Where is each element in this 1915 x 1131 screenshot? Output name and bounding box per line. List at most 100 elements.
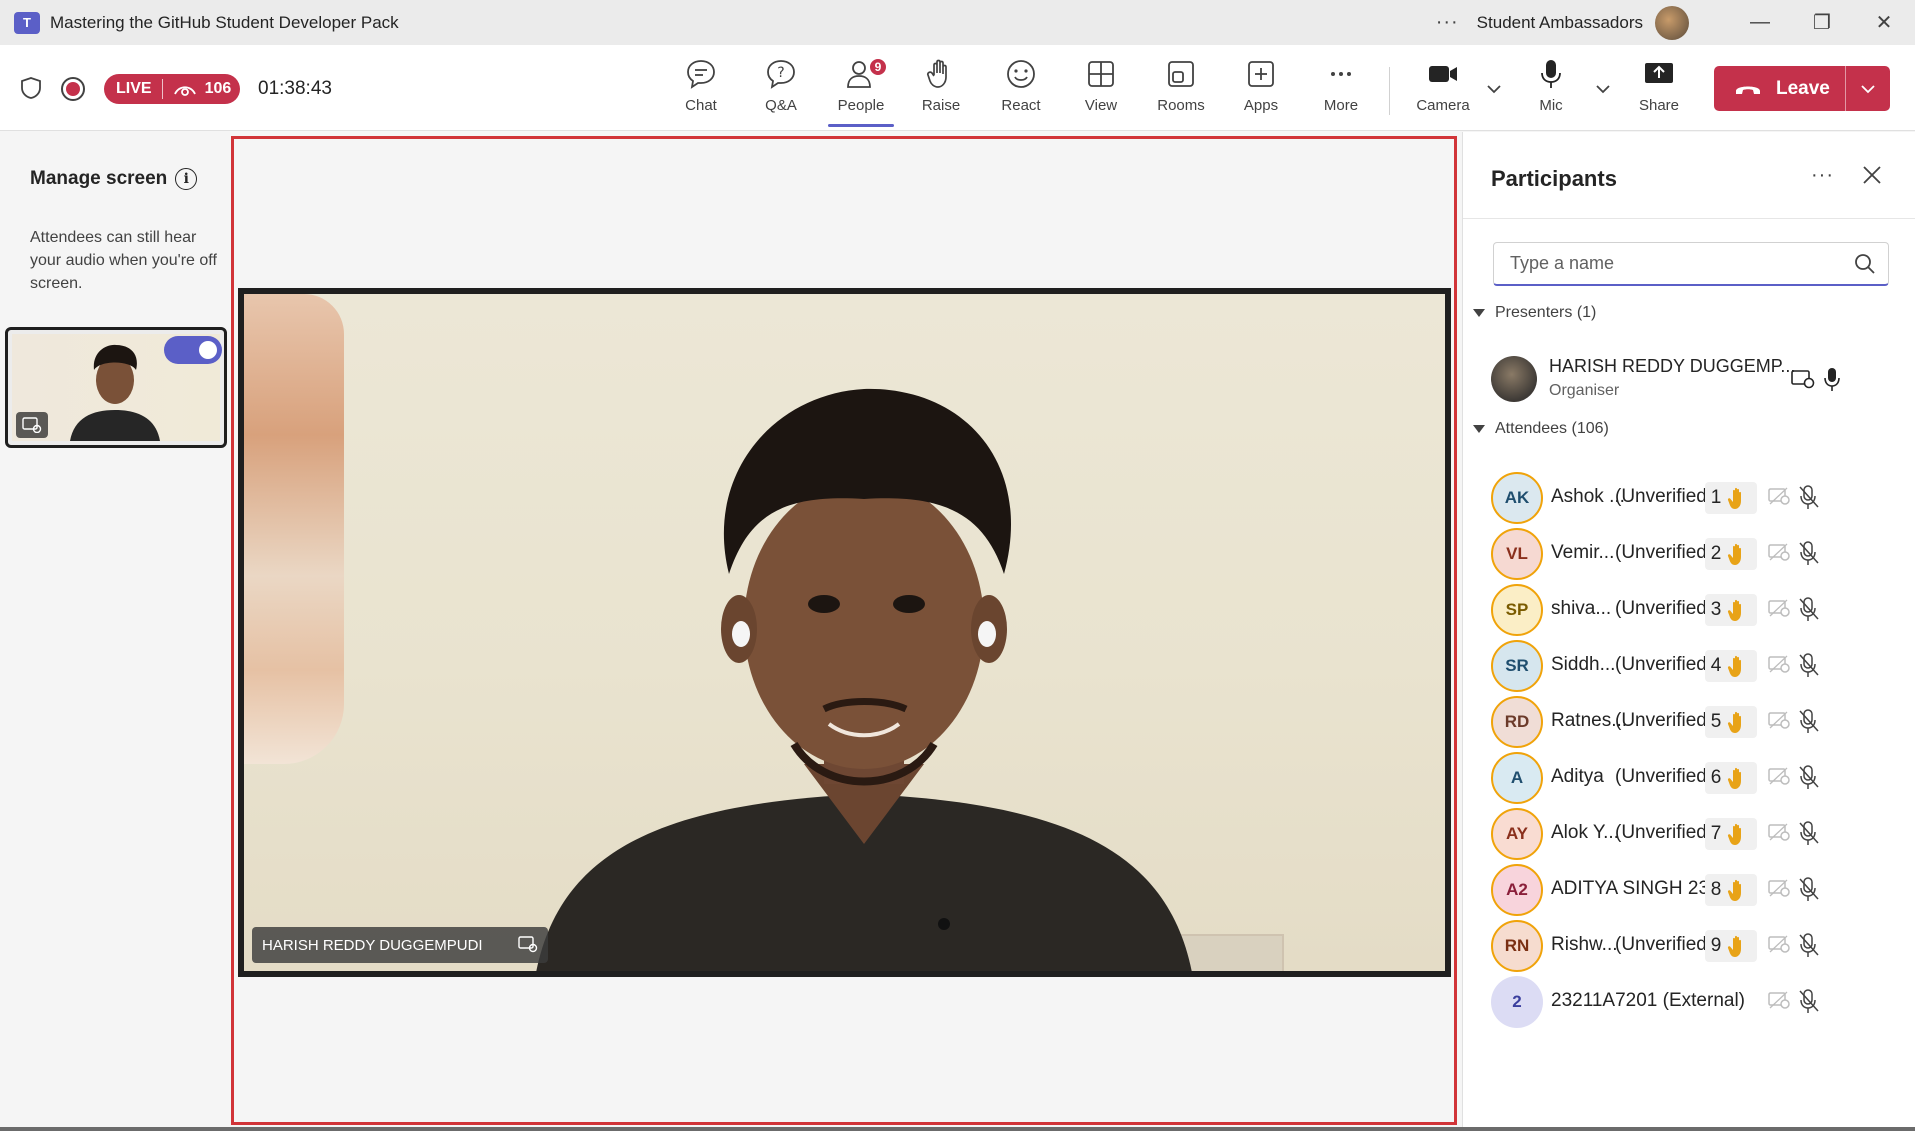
mic-muted-icon[interactable]: [1798, 596, 1820, 622]
mic-muted-icon[interactable]: [1798, 876, 1820, 902]
participants-title: Participants: [1491, 166, 1617, 191]
more-options-icon[interactable]: ···: [1436, 11, 1459, 34]
mic-muted-icon[interactable]: [1798, 764, 1820, 790]
raised-hand-icon: [1727, 711, 1741, 733]
raised-hand-badge: 4: [1705, 650, 1757, 682]
close-icon[interactable]: [1859, 162, 1885, 188]
mic-muted-icon[interactable]: [1798, 708, 1820, 734]
people-badge: 9: [868, 57, 888, 77]
raised-hand-icon: [1727, 879, 1741, 901]
off-screen-icon: [1768, 823, 1790, 841]
mic-muted-icon[interactable]: [1798, 820, 1820, 846]
apps-button[interactable]: Apps: [1226, 57, 1296, 123]
presenter-thumbnail-tile[interactable]: [5, 327, 227, 448]
verification-status: (Unverified): [1615, 542, 1714, 563]
view-button[interactable]: View: [1066, 57, 1136, 123]
participant-search[interactable]: [1493, 242, 1889, 286]
raise-hand-button[interactable]: Raise: [906, 57, 976, 123]
avatar: A: [1491, 752, 1543, 804]
on-screen-toggle[interactable]: [164, 336, 222, 364]
list-item[interactable]: VL Vemir... (Unverified) 2: [1491, 526, 1911, 582]
attendee-name: ADITYA SINGH 23...: [1551, 878, 1725, 899]
camera-options-chevron-icon[interactable]: [1484, 79, 1504, 99]
restore-button[interactable]: ❐: [1791, 0, 1853, 45]
list-item[interactable]: RN Rishw... (Unverified) 9: [1491, 918, 1911, 974]
raised-hand-badge: 6: [1705, 762, 1757, 794]
list-item[interactable]: SP shiva... (Unverified) 3: [1491, 582, 1911, 638]
speaker-video-frame[interactable]: HARISH REDDY DUGGEMPUDI: [238, 288, 1451, 977]
more-button[interactable]: More: [1306, 57, 1376, 123]
screen-presence-icon: [1791, 370, 1815, 389]
presenters-section-header[interactable]: Presenters (1): [1473, 304, 1596, 322]
more-label: More: [1323, 97, 1359, 114]
participant-search-input[interactable]: [1494, 243, 1834, 283]
rooms-button[interactable]: Rooms: [1146, 57, 1216, 123]
list-item[interactable]: AY Alok Y... (Unverified) 7: [1491, 806, 1911, 862]
raised-hand-badge: 5: [1705, 706, 1757, 738]
verification-status: (Unverified): [1615, 654, 1714, 675]
qa-label: Q&A: [765, 97, 797, 114]
list-item[interactable]: A2 ADITYA SINGH 23... 8: [1491, 862, 1911, 918]
raised-hand-icon: [1727, 823, 1741, 845]
mic-muted-icon[interactable]: [1798, 988, 1820, 1014]
avatar: AY: [1491, 808, 1543, 860]
mic-muted-icon[interactable]: [1798, 932, 1820, 958]
attendee-name: 23211A7201 (External): [1551, 990, 1745, 1011]
share-label: Share: [1638, 97, 1680, 114]
search-icon[interactable]: [1854, 253, 1876, 275]
list-item[interactable]: 2 23211A7201 (External): [1491, 974, 1911, 1030]
speaker-name-tag: HARISH REDDY DUGGEMPUDI: [252, 927, 548, 963]
qa-icon: ?: [767, 60, 795, 89]
meeting-toolbar: LIVE 106 01:38:43 Chat ? Q&A 9 People Ra…: [0, 45, 1915, 131]
mic-label: Mic: [1539, 97, 1563, 114]
raised-hand-badge: 9: [1705, 930, 1757, 962]
off-screen-icon: [1768, 711, 1790, 729]
viewer-count: 106: [204, 80, 232, 97]
manage-screen-description: Attendees can still hear your audio when…: [30, 229, 217, 292]
viewers-eye-icon: [173, 86, 196, 96]
camera-label: Camera: [1416, 97, 1470, 114]
live-status-badge[interactable]: LIVE 106: [104, 74, 240, 104]
shield-icon[interactable]: [20, 76, 42, 100]
collapse-triangle-icon: [1473, 425, 1485, 433]
participants-more-icon[interactable]: ···: [1811, 164, 1834, 187]
off-screen-icon: [1768, 767, 1790, 785]
verification-status: (Unverified): [1615, 710, 1714, 731]
account-avatar[interactable]: [1655, 5, 1689, 40]
attendee-name: Vemir...: [1551, 542, 1615, 563]
mic-button[interactable]: Mic: [1516, 57, 1586, 123]
presenters-header-label: Presenters (1): [1495, 304, 1597, 321]
minimize-button[interactable]: —: [1729, 0, 1791, 45]
qa-button[interactable]: ? Q&A: [746, 57, 816, 123]
org-name[interactable]: Student Ambassadors: [1477, 13, 1643, 33]
presenter-row[interactable]: HARISH REDDY DUGGEMP... Organiser: [1491, 350, 1911, 410]
list-item[interactable]: RD Ratnes... (Unverified) 5: [1491, 694, 1911, 750]
live-label: LIVE: [104, 79, 163, 99]
leave-main-button[interactable]: Leave: [1714, 66, 1846, 111]
leave-button[interactable]: Leave: [1714, 66, 1890, 111]
mic-muted-icon[interactable]: [1798, 540, 1820, 566]
info-icon[interactable]: i: [175, 168, 198, 190]
people-button[interactable]: 9 People: [826, 57, 896, 127]
off-screen-icon: [1768, 655, 1790, 673]
mic-muted-icon[interactable]: [1798, 484, 1820, 510]
list-item[interactable]: AK Ashok ... (Unverified) 1: [1491, 470, 1911, 526]
rooms-icon: [1168, 61, 1194, 87]
camera-button[interactable]: Camera: [1408, 57, 1478, 123]
react-button[interactable]: React: [986, 57, 1056, 123]
share-button[interactable]: Share: [1624, 57, 1694, 123]
svg-text:?: ?: [777, 65, 784, 81]
list-item[interactable]: SR Siddh... (Unverified) 4: [1491, 638, 1911, 694]
attendees-section-header[interactable]: Attendees (106): [1473, 420, 1609, 438]
leave-options-chevron-icon[interactable]: [1846, 66, 1890, 111]
mic-muted-icon[interactable]: [1798, 652, 1820, 678]
chat-button[interactable]: Chat: [666, 57, 736, 123]
mic-options-chevron-icon[interactable]: [1593, 79, 1613, 99]
more-dots-icon: [1331, 72, 1351, 76]
list-item[interactable]: A Aditya (Unverified) 6: [1491, 750, 1911, 806]
close-window-button[interactable]: ✕: [1853, 0, 1915, 45]
rooms-label: Rooms: [1157, 97, 1205, 114]
raised-hand-badge: 2: [1705, 538, 1757, 570]
recording-icon[interactable]: [61, 77, 85, 101]
person-thumbnail-image: [70, 344, 160, 441]
